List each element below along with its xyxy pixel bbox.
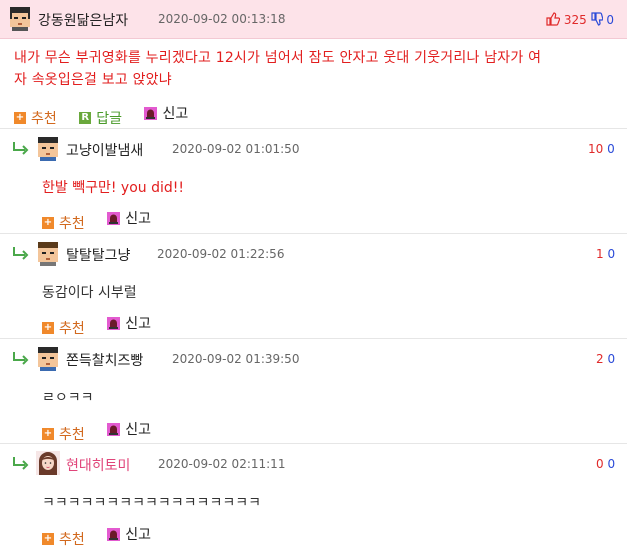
report-siren-icon xyxy=(107,211,121,225)
pixel-avatar-icon xyxy=(36,347,60,371)
recommend-label: 추천 xyxy=(59,426,85,443)
divider xyxy=(0,128,627,129)
reply-arrow-icon xyxy=(12,246,30,260)
plus-icon: + xyxy=(42,532,54,545)
recommend-label: 추천 xyxy=(59,215,85,232)
comment-author[interactable]: 고냥이발냄새 xyxy=(66,140,143,160)
plus-icon: + xyxy=(42,216,54,229)
recommend-label: 추천 xyxy=(59,320,85,337)
post-body-line: 자 속옷입은걸 보고 앉았냐 xyxy=(14,72,172,88)
divider xyxy=(0,443,627,444)
comment-timestamp: 2020-09-02 01:01:50 xyxy=(172,142,300,156)
pixel-avatar-icon xyxy=(36,242,60,266)
comment-upvote-count[interactable]: 2 xyxy=(596,352,604,366)
post-upvote-count: 325 xyxy=(563,13,587,27)
comment-author[interactable]: 탈탈탈그냥 xyxy=(66,245,130,265)
divider xyxy=(0,233,627,234)
recommend-button[interactable]: + 추천 xyxy=(42,213,85,233)
comment-text: 한발 빽구만! you did!! xyxy=(42,180,184,196)
post-actions: + 추천 R 답글 신고 xyxy=(14,103,206,128)
plus-icon: + xyxy=(42,427,54,440)
report-label: 신고 xyxy=(125,316,151,332)
report-button[interactable]: 신고 xyxy=(107,208,151,228)
recommend-button[interactable]: + 추천 xyxy=(42,424,85,444)
plus-icon: + xyxy=(42,321,54,334)
reply-arrow-icon xyxy=(12,456,30,470)
recommend-button[interactable]: + 추천 xyxy=(14,108,57,128)
comment-text: ㅋㅋㅋㅋㅋㅋㅋㅋㅋㅋㅋㅋㅋㅋㅋㅋㅋ xyxy=(42,495,261,511)
post-body: 내가 무슨 부귀영화를 누리겠다고 12시가 넘어서 잠도 안자고 웃대 기웃거… xyxy=(14,47,614,91)
comment-votes: 0 0 xyxy=(596,457,615,471)
comment-text: ㄹㅇㅋㅋ xyxy=(42,390,94,406)
recommend-label: 추천 xyxy=(59,531,85,548)
plus-icon: + xyxy=(14,111,26,124)
reply-r-icon: R xyxy=(79,111,92,124)
comment-downvote-count[interactable]: 0 xyxy=(607,247,615,261)
comment-upvote-count[interactable]: 1 xyxy=(596,247,604,261)
report-label: 신고 xyxy=(162,106,189,122)
post-downvote-count: 0 xyxy=(606,13,615,27)
recommend-button[interactable]: + 추천 xyxy=(42,529,85,549)
comment-actions: + 추천 신고 xyxy=(42,313,169,338)
recommend-button[interactable]: + 추천 xyxy=(42,318,85,338)
report-label: 신고 xyxy=(125,527,151,543)
pixel-avatar-icon xyxy=(36,137,60,161)
report-siren-icon xyxy=(107,527,121,541)
post-votes: 325 0 xyxy=(546,12,614,29)
post-timestamp: 2020-09-02 00:13:18 xyxy=(158,12,286,26)
thumbs-down-icon[interactable] xyxy=(590,12,604,29)
comment-actions: + 추천 신고 xyxy=(42,524,169,549)
divider xyxy=(0,338,627,339)
pixel-avatar-icon xyxy=(8,7,32,31)
report-label: 신고 xyxy=(125,211,151,227)
report-label: 신고 xyxy=(125,422,151,438)
post-header: 강동원닮은남자 2020-09-02 00:13:18 325 0 xyxy=(0,0,627,39)
report-siren-icon xyxy=(107,316,121,330)
comment-downvote-count[interactable]: 0 xyxy=(607,457,615,471)
report-button[interactable]: 신고 xyxy=(107,524,151,544)
post-body-line: 내가 무슨 부귀영화를 누리겠다고 12시가 넘어서 잠도 안자고 웃대 기웃거… xyxy=(14,50,542,66)
reply-arrow-icon xyxy=(12,351,30,365)
reply-arrow-icon xyxy=(12,141,30,155)
comment-author[interactable]: 현대히토미 xyxy=(66,455,130,475)
comment-votes: 1 0 xyxy=(596,247,615,261)
comment-upvote-count[interactable]: 10 xyxy=(588,142,603,156)
post-author[interactable]: 강동원닮은남자 xyxy=(38,10,128,30)
comment-timestamp: 2020-09-02 01:39:50 xyxy=(172,352,300,366)
report-siren-icon xyxy=(107,422,121,436)
comment-timestamp: 2020-09-02 01:22:56 xyxy=(157,247,285,261)
report-button[interactable]: 신고 xyxy=(144,103,188,123)
comment-downvote-count[interactable]: 0 xyxy=(607,352,615,366)
report-button[interactable]: 신고 xyxy=(107,419,151,439)
comment-actions: + 추천 신고 xyxy=(42,208,169,233)
report-button[interactable]: 신고 xyxy=(107,313,151,333)
comment-text: 동감이다 시부럴 xyxy=(42,285,137,301)
comment-votes: 2 0 xyxy=(596,352,615,366)
recommend-label: 추천 xyxy=(31,110,57,127)
reply-button[interactable]: R 답글 xyxy=(79,108,122,128)
comment-author[interactable]: 쫀득찰치즈빵 xyxy=(66,350,143,370)
comment-actions: + 추천 신고 xyxy=(42,419,169,444)
comment-votes: 10 0 xyxy=(588,142,615,156)
comment-downvote-count[interactable]: 0 xyxy=(607,142,615,156)
comment-timestamp: 2020-09-02 02:11:11 xyxy=(158,457,286,471)
thumbs-up-icon[interactable] xyxy=(546,12,561,29)
report-siren-icon xyxy=(144,106,158,120)
reply-label: 답글 xyxy=(96,110,122,127)
comment-upvote-count[interactable]: 0 xyxy=(596,457,604,471)
girl-avatar-icon xyxy=(36,451,60,475)
